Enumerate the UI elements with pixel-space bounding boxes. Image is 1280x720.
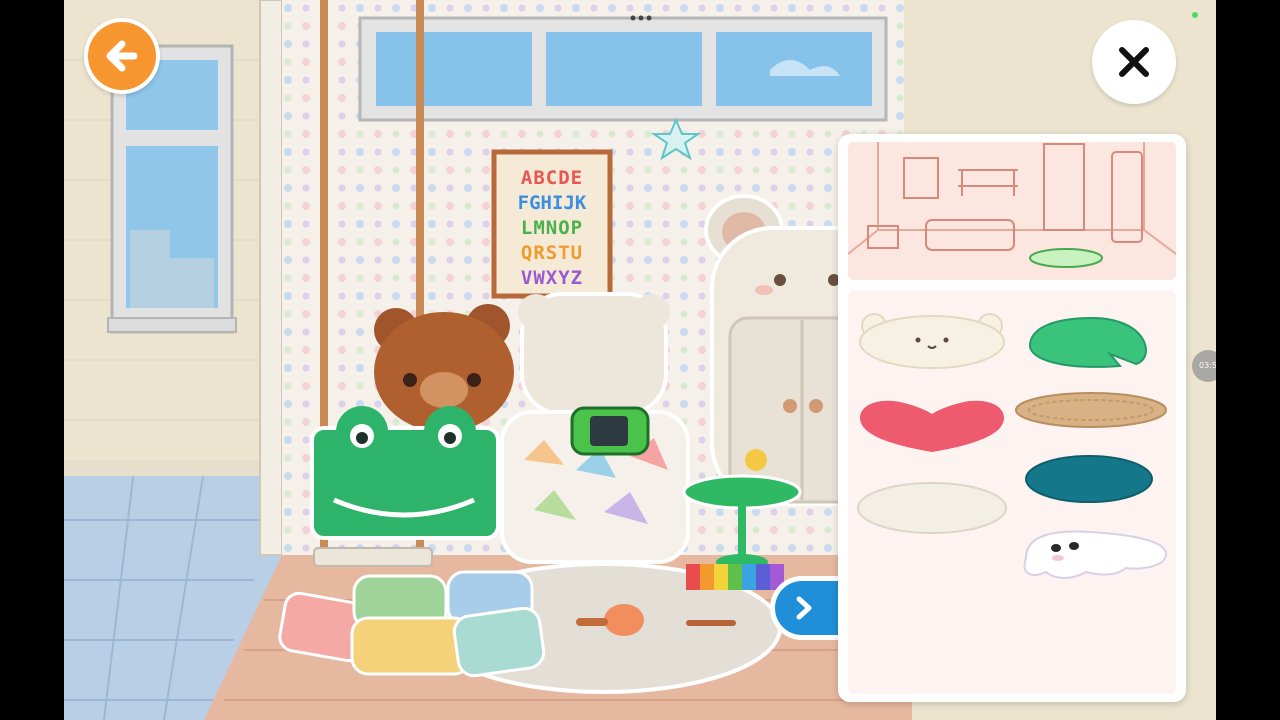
furniture-picker-panel [838, 134, 1186, 702]
alphabet-poster: ABCDE FGHIJK LMNOP QRSTU VWXYZ [500, 166, 604, 291]
poster-line: QRSTU [520, 242, 584, 264]
more-menu[interactable] [628, 8, 654, 21]
rug-grid [848, 290, 1176, 694]
bear-rug-item[interactable] [856, 310, 1008, 374]
white-oval-rug-item[interactable] [856, 480, 1008, 536]
poster-line: FGHIJK [517, 192, 587, 214]
woven-oval-rug-item[interactable] [1014, 390, 1168, 430]
status-indicator-dot [1192, 12, 1198, 18]
side-handle-badge[interactable]: 03:5 [1192, 350, 1216, 382]
heart-rug-item[interactable] [856, 396, 1008, 456]
game-scene: ABCDE FGHIJK LMNOP QRSTU VWXYZ 03:5 [64, 0, 1216, 720]
more-dots-icon [630, 15, 652, 21]
poster-line: ABCDE [520, 167, 584, 189]
teal-oval-rug-item[interactable] [1024, 454, 1154, 504]
room-preview-header [848, 142, 1176, 280]
close-icon [1119, 47, 1149, 77]
poster-line: VWXYZ [520, 267, 584, 289]
back-button[interactable] [84, 18, 160, 94]
arrow-left-icon [106, 40, 138, 72]
poster-line: LMNOP [520, 217, 584, 239]
next-page-button[interactable] [770, 576, 841, 640]
lily-pad-rug-item[interactable] [1024, 314, 1160, 370]
bedroom-outline-icon [848, 142, 1176, 280]
close-button[interactable] [1092, 20, 1176, 104]
ghost-rug-item[interactable] [1016, 528, 1168, 584]
chevron-right-icon [796, 596, 812, 620]
